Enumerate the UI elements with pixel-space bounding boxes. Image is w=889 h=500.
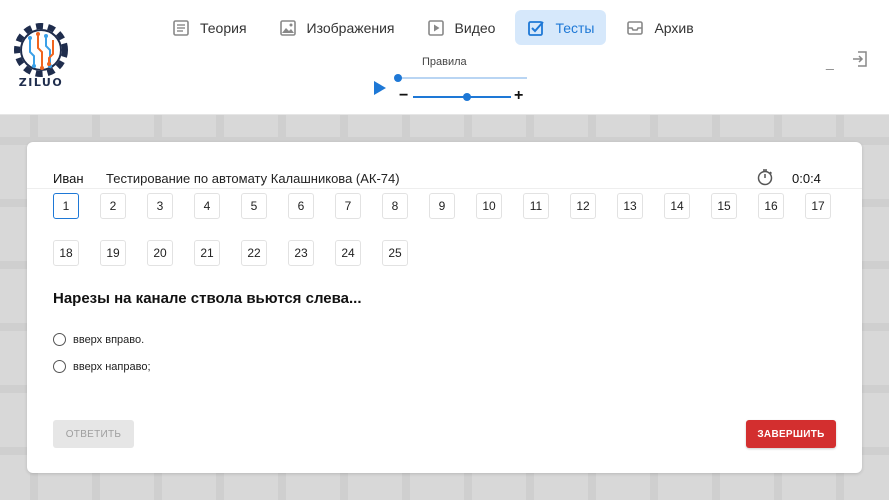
image-icon <box>279 19 296 36</box>
book-icon <box>173 19 189 36</box>
nav-tab-label: Изображения <box>306 19 395 36</box>
question-number-button[interactable]: 20 <box>147 240 173 266</box>
question-number-button[interactable]: 25 <box>382 240 408 266</box>
question-number-button[interactable]: 16 <box>758 193 784 219</box>
question-number-button[interactable]: 15 <box>711 193 737 219</box>
logo: ZILUO <box>8 22 74 92</box>
question-navigator: 1 2 3 4 5 6 7 8 9 10 11 12 13 14 15 16 1… <box>53 193 843 266</box>
question-number-button[interactable]: 8 <box>382 193 408 219</box>
question-number-button[interactable]: 11 <box>523 193 549 219</box>
logout-icon[interactable] <box>851 50 869 68</box>
question-number-button[interactable]: 21 <box>194 240 220 266</box>
volume-down-button[interactable]: − <box>399 86 408 106</box>
answer-option-label: вверх вправо. <box>73 333 145 346</box>
minimize-button[interactable]: _ <box>826 54 834 70</box>
nav-tab-images[interactable]: Изображения <box>267 10 407 45</box>
play-icon[interactable] <box>374 81 386 95</box>
answer-button[interactable]: ОТВЕТИТЬ <box>53 420 134 448</box>
question-number-button[interactable]: 1 <box>53 193 79 219</box>
divider <box>27 188 862 189</box>
nav-tab-video[interactable]: Видео <box>415 10 508 45</box>
answer-option-label: вверх направо; <box>73 360 151 373</box>
question-number-button[interactable]: 3 <box>147 193 173 219</box>
question-number-button[interactable]: 12 <box>570 193 596 219</box>
question-number-button[interactable]: 14 <box>664 193 690 219</box>
nav-tab-label: Архив <box>654 19 694 36</box>
test-check-icon <box>528 20 545 36</box>
question-number-button[interactable]: 9 <box>429 193 455 219</box>
question-number-button[interactable]: 22 <box>241 240 267 266</box>
volume-up-button[interactable]: + <box>514 86 523 106</box>
stopwatch-icon <box>757 169 773 186</box>
app-header: ZILUO Теория Изображения Видео Тесты Арх… <box>0 0 889 115</box>
nav-tab-label: Видео <box>454 19 496 36</box>
question-number-button[interactable]: 17 <box>805 193 831 219</box>
question-number-button[interactable]: 19 <box>100 240 126 266</box>
question-number-button[interactable]: 23 <box>288 240 314 266</box>
circuit-gear-icon <box>14 23 68 77</box>
finish-button[interactable]: ЗАВЕРШИТЬ <box>746 420 836 448</box>
question-number-button[interactable]: 10 <box>476 193 502 219</box>
user-name: Иван <box>53 171 84 186</box>
answer-option[interactable]: вверх вправо. <box>53 333 144 346</box>
question-number-button[interactable]: 24 <box>335 240 361 266</box>
nav-tab-label: Тесты <box>555 19 595 36</box>
main-nav: Теория Изображения Видео Тесты Архив <box>160 10 706 45</box>
question-number-button[interactable]: 6 <box>288 193 314 219</box>
volume-knob[interactable] <box>462 93 471 101</box>
video-icon <box>427 19 444 36</box>
radio-button[interactable] <box>53 360 66 373</box>
answer-option[interactable]: вверх направо; <box>53 360 151 373</box>
brand-name: ZILUO <box>18 76 64 89</box>
nav-tab-archive[interactable]: Архив <box>614 10 705 45</box>
archive-icon <box>627 20 644 35</box>
question-number-button[interactable]: 7 <box>335 193 361 219</box>
question-text: Нарезы на канале ствола вьются слева... <box>53 290 362 307</box>
question-number-button[interactable]: 13 <box>617 193 643 219</box>
question-number-button[interactable]: 2 <box>100 193 126 219</box>
audio-track-label: Правила <box>422 56 467 68</box>
question-number-button[interactable]: 4 <box>194 193 220 219</box>
nav-tab-theory[interactable]: Теория <box>160 10 259 45</box>
question-number-button[interactable]: 18 <box>53 240 79 266</box>
progress-knob[interactable] <box>394 74 402 82</box>
radio-button[interactable] <box>53 333 66 346</box>
test-title: Тестирование по автомату Калашникова (АК… <box>106 171 400 186</box>
audio-progress-slider[interactable] <box>394 74 527 82</box>
timer-value: 0:0:4 <box>792 171 821 186</box>
nav-tab-label: Теория <box>200 19 247 36</box>
volume-slider[interactable] <box>413 93 511 101</box>
nav-tab-tests[interactable]: Тесты <box>515 10 607 45</box>
test-card: Иван Тестирование по автомату Калашников… <box>27 142 862 473</box>
question-number-button[interactable]: 5 <box>241 193 267 219</box>
